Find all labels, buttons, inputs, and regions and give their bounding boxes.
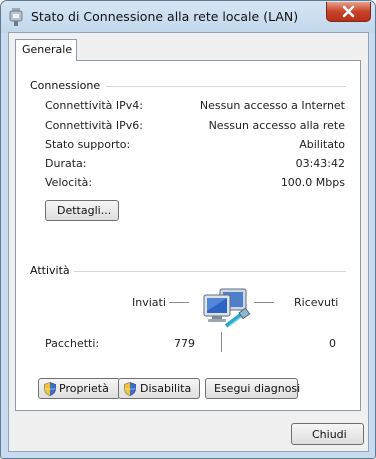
speed-label: Velocità:	[45, 176, 93, 189]
tab-generale-label: Generale	[22, 43, 73, 56]
diagnose-button[interactable]: Esegui diagnosi	[205, 378, 301, 399]
tab-generale[interactable]: Generale	[15, 39, 77, 61]
properties-button[interactable]: Proprietà	[38, 378, 120, 399]
activity-group-divider	[74, 271, 346, 272]
duration-value: 03:43:42	[295, 157, 345, 170]
received-label: Ricevuti	[294, 296, 339, 309]
media-state-value: Abilitato	[299, 138, 345, 151]
close-icon	[342, 5, 355, 18]
properties-button-label: Proprietà	[59, 382, 109, 395]
close-button-label: Chiudi	[312, 428, 347, 441]
sent-label: Inviati	[132, 296, 166, 309]
tab-panel-generale: Connessione Connettività IPv4: Nessun ac…	[15, 60, 361, 411]
ipv4-value: Nessun accesso a Internet	[199, 99, 345, 112]
details-button-label: Dettagli...	[57, 204, 112, 217]
uac-shield-icon	[44, 382, 56, 396]
uac-shield-icon	[124, 382, 136, 396]
ipv6-value: Nessun accesso alla rete	[208, 119, 345, 132]
duration-label: Durata:	[45, 157, 87, 170]
sent-connector	[169, 302, 189, 303]
packets-divider	[221, 332, 222, 352]
disable-button-label: Disabilita	[140, 382, 192, 395]
ipv4-label: Connettività IPv4:	[45, 99, 144, 112]
packets-sent-value: 779	[174, 337, 195, 350]
connection-group-divider	[106, 86, 346, 87]
speed-value: 100.0 Mbps	[280, 176, 345, 189]
connection-group-label: Connessione	[30, 79, 101, 92]
network-computers-icon	[203, 288, 251, 328]
title-bar[interactable]: Stato di Connessione alla rete locale (L…	[1, 1, 375, 33]
packets-received-value: 0	[329, 337, 336, 350]
close-button[interactable]: Chiudi	[291, 423, 364, 445]
disable-button[interactable]: Disabilita	[118, 378, 200, 399]
window-title: Stato di Connessione alla rete locale (L…	[31, 9, 299, 24]
dialog-client-area: Generale Connessione Connettività IPv4: …	[8, 32, 369, 452]
activity-group-label: Attività	[30, 264, 70, 277]
network-adapter-icon	[9, 8, 23, 26]
ipv6-label: Connettività IPv6:	[45, 119, 144, 132]
dialog-window: Stato di Connessione alla rete locale (L…	[0, 0, 376, 459]
received-connector	[254, 302, 274, 303]
packets-label: Pacchetti:	[45, 337, 100, 350]
window-close-button[interactable]	[326, 2, 371, 22]
media-state-label: Stato supporto:	[45, 138, 131, 151]
details-button[interactable]: Dettagli...	[45, 200, 119, 221]
diagnose-button-label: Esegui diagnosi	[214, 382, 301, 395]
